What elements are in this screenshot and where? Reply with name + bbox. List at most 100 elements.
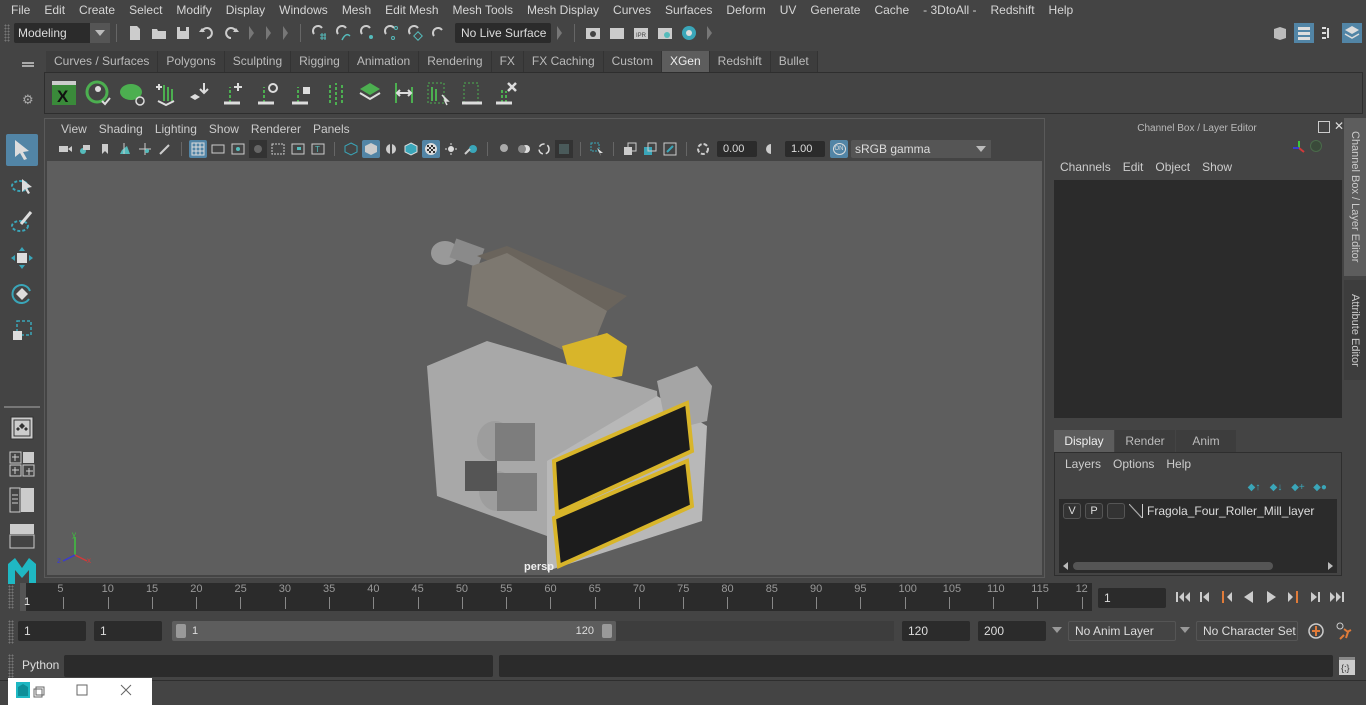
command-input[interactable] <box>64 655 493 677</box>
command-grip[interactable] <box>8 654 14 678</box>
default-material-icon[interactable] <box>382 140 400 158</box>
snap-view-plane-icon[interactable] <box>381 23 401 43</box>
layer-tab-display[interactable]: Display <box>1054 430 1114 452</box>
grid-toggle-icon[interactable] <box>189 140 207 158</box>
float-panel-icon[interactable] <box>1318 121 1330 133</box>
textured-icon[interactable] <box>422 140 440 158</box>
hypershade-icon[interactable] <box>679 23 699 43</box>
xgen-visibility-icon[interactable] <box>83 77 113 109</box>
menu-deform[interactable]: Deform <box>719 0 772 20</box>
panel-menu-renderer[interactable]: Renderer <box>245 122 307 136</box>
wireframe-icon[interactable] <box>342 140 360 158</box>
select-guides-icon[interactable] <box>423 77 453 109</box>
menu-redshift[interactable]: Redshift <box>984 0 1042 20</box>
3d-viewport[interactable]: y x z persp <box>47 161 1042 575</box>
lasso-tool[interactable] <box>6 170 38 202</box>
new-layer-selected-icon[interactable]: ◆● <box>1311 477 1329 497</box>
motion-blur-icon[interactable] <box>515 140 533 158</box>
step-back-key-icon[interactable] <box>1216 587 1238 607</box>
gamma-field[interactable]: 1.00 <box>785 141 825 157</box>
menu-3dtoall[interactable]: - 3DtoAll - <box>916 0 983 20</box>
paint-select-tool[interactable] <box>6 206 38 238</box>
layer-menu-options[interactable]: Options <box>1107 457 1160 471</box>
menu-generate[interactable]: Generate <box>803 0 867 20</box>
channel-box-icon[interactable] <box>1342 22 1362 43</box>
shelf-tab-polygons[interactable]: Polygons <box>158 51 225 72</box>
menu-set-dropdown[interactable]: Modeling <box>14 22 110 43</box>
collapse-arrow[interactable] <box>283 25 288 40</box>
range-grip[interactable] <box>8 620 14 644</box>
anim-layer-chevron-icon[interactable] <box>1052 627 1062 633</box>
gate-mask-icon[interactable] <box>249 140 267 158</box>
menu-cache[interactable]: Cache <box>867 0 916 20</box>
anti-aliasing-icon[interactable] <box>535 140 553 158</box>
grease-pencil-icon[interactable] <box>156 140 174 158</box>
time-slider[interactable]: 1 5 10 15 20 25 30 35 40 45 50 55 60 65 70 75 80 85 90 95 1… <box>20 583 1092 611</box>
channel-box-menu-show[interactable]: Show <box>1196 160 1238 174</box>
film-gate-icon[interactable] <box>209 140 227 158</box>
step-back-frame-icon[interactable] <box>1194 587 1216 607</box>
select-camera-icon[interactable] <box>56 140 74 158</box>
animation-preferences-icon[interactable] <box>1334 621 1354 644</box>
current-frame-field[interactable]: 1 <box>1098 588 1166 608</box>
shelf-tab-custom[interactable]: Custom <box>603 51 662 72</box>
lock-guides-icon[interactable] <box>287 77 317 109</box>
character-set-dropdown[interactable]: No Character Set <box>1196 621 1298 641</box>
playback-end-field[interactable]: 120 <box>902 621 970 641</box>
rotate-tool[interactable] <box>6 278 38 310</box>
shelf-tab-redshift[interactable]: Redshift <box>709 51 771 72</box>
shelf-tab-bullet[interactable]: Bullet <box>770 51 818 72</box>
close-icon[interactable]: ✕ <box>1334 119 1344 133</box>
menu-modify[interactable]: Modify <box>169 0 218 20</box>
outliner-layout[interactable] <box>6 484 38 516</box>
shelf-tab-animation[interactable]: Animation <box>348 51 420 72</box>
exposure-field[interactable]: 0.00 <box>717 141 757 157</box>
new-scene-icon[interactable] <box>125 23 145 43</box>
xgen-hide-icon[interactable] <box>117 77 147 109</box>
character-set-chevron-icon[interactable] <box>1180 627 1190 633</box>
playback-start-field[interactable]: 1 <box>94 621 162 641</box>
panel-menu-shading[interactable]: Shading <box>93 122 149 136</box>
xgen-editor-icon[interactable]: X <box>49 77 79 109</box>
depth-of-field-icon[interactable] <box>555 140 573 158</box>
live-surface-field[interactable]: No Live Surface <box>455 22 551 43</box>
play-forwards-icon[interactable] <box>1260 587 1282 607</box>
redo-icon[interactable] <box>221 23 241 43</box>
panel-menu-show[interactable]: Show <box>203 122 245 136</box>
shelf-tab-fx-caching[interactable]: FX Caching <box>523 51 604 72</box>
resolution-gate-icon[interactable] <box>229 140 247 158</box>
timeline-grip[interactable] <box>8 585 14 609</box>
channel-box-menu-edit[interactable]: Edit <box>1117 160 1150 174</box>
snap-grid-icon[interactable] <box>309 23 329 43</box>
menu-edit[interactable]: Edit <box>37 0 72 20</box>
color-management-toggle[interactable]: ON <box>830 140 848 158</box>
move-tool[interactable] <box>6 242 38 274</box>
shelf-tab-sculpting[interactable]: Sculpting <box>224 51 292 72</box>
add-guide-icon[interactable] <box>219 77 249 109</box>
place-guides-icon[interactable] <box>185 77 215 109</box>
go-to-end-icon[interactable] <box>1326 587 1348 607</box>
channel-box-menu-object[interactable]: Object <box>1149 160 1196 174</box>
range-end-handle[interactable] <box>602 624 612 638</box>
new-layer-icon[interactable]: ◆+ <box>1289 477 1307 497</box>
modeling-toolkit-icon[interactable] <box>1270 23 1290 43</box>
layer-playback-toggle[interactable]: P <box>1085 503 1103 519</box>
go-to-start-icon[interactable] <box>1172 587 1194 607</box>
scroll-left-icon[interactable] <box>1063 562 1068 570</box>
shadows-icon[interactable] <box>462 140 480 158</box>
menu-help[interactable]: Help <box>1042 0 1081 20</box>
layer-menu-help[interactable]: Help <box>1160 457 1197 471</box>
render-settings-icon[interactable] <box>655 23 675 43</box>
exposure-icon[interactable] <box>694 140 712 158</box>
range-start-handle[interactable] <box>176 624 186 638</box>
manipulator-icon[interactable] <box>1310 140 1322 152</box>
animation-end-field[interactable]: 200 <box>978 621 1046 641</box>
four-view-layout[interactable] <box>6 448 38 480</box>
menu-uv[interactable]: UV <box>773 0 804 20</box>
menu-create[interactable]: Create <box>72 0 122 20</box>
menu-display[interactable]: Display <box>219 0 272 20</box>
shelf-tab-fx[interactable]: FX <box>491 51 524 72</box>
play-backwards-icon[interactable] <box>1238 587 1260 607</box>
attribute-editor-icon[interactable] <box>1294 22 1314 43</box>
layer-display-type-toggle[interactable] <box>1107 503 1125 519</box>
